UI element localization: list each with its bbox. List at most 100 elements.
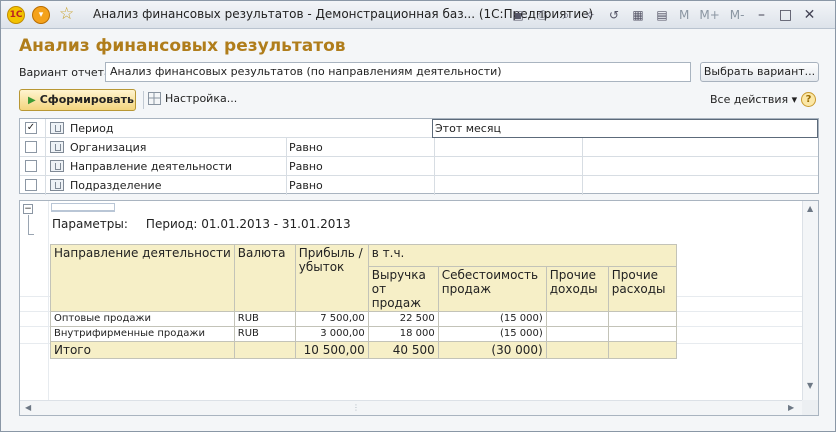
- cell-revenue[interactable]: 18 000: [367, 326, 439, 342]
- calculator-icon[interactable]: ▦: [629, 6, 647, 24]
- cell-direction[interactable]: Внутрифирменные продажи: [50, 326, 235, 342]
- filter-row[interactable]: Подразделение Равно: [20, 176, 818, 195]
- header-revenue: Выручка от продаж: [367, 266, 439, 312]
- header-cost: Себестоимость продаж: [437, 266, 547, 312]
- vertical-scrollbar[interactable]: ▲ ▼: [802, 201, 818, 401]
- report-spreadsheet[interactable]: − Параметры: Период: 01.01.2013 - 31.01.2…: [19, 200, 819, 416]
- filter-row[interactable]: Организация Равно: [20, 138, 818, 157]
- filter-value[interactable]: [434, 176, 582, 195]
- filter-field-icon: [50, 160, 64, 172]
- checkbox-cell: ✓: [20, 119, 46, 138]
- filter-checkbox[interactable]: [25, 160, 37, 172]
- generate-button[interactable]: ▶ Сформировать: [19, 89, 136, 111]
- filter-name: Направление деятельности: [70, 160, 233, 173]
- filter-checkbox[interactable]: [25, 141, 37, 153]
- help-icon[interactable]: ?: [801, 92, 816, 107]
- app-window: 1С ▾ ☆ Анализ финансовых результатов - Д…: [0, 0, 836, 432]
- params-value: Период: 01.01.2013 - 31.01.2013: [145, 217, 351, 231]
- calendar-icon[interactable]: ▤: [653, 6, 671, 24]
- total-profit[interactable]: 10 500,00: [294, 341, 369, 359]
- checkbox-cell: [20, 138, 46, 157]
- filter-empty-cell: [582, 176, 818, 195]
- collapse-group-button[interactable]: −: [23, 204, 33, 214]
- close-button[interactable]: ✕: [800, 6, 818, 24]
- all-actions-label: Все действия: [710, 93, 789, 106]
- memory-plus-button[interactable]: M+: [697, 6, 721, 24]
- settings-label: Настройка...: [165, 92, 238, 105]
- filter-comparison[interactable]: Равно: [286, 176, 434, 195]
- cell-other-income[interactable]: [545, 326, 609, 342]
- scrollbar-corner: [802, 400, 818, 415]
- scroll-thumb-grip[interactable]: ⋮: [352, 403, 360, 412]
- total-revenue[interactable]: 40 500: [367, 341, 439, 359]
- scroll-up-icon[interactable]: ▲: [807, 204, 813, 213]
- logo-1c-icon[interactable]: 1С: [7, 6, 25, 24]
- total-other-expenses[interactable]: [607, 341, 677, 359]
- filter-name: Подразделение: [70, 179, 162, 192]
- toolbar-separator: [143, 91, 144, 109]
- filter-comparison[interactable]: Равно: [286, 157, 434, 176]
- checkbox-cell: [20, 157, 46, 176]
- title-toolbar: ▣ ⎙ ⌕ ✧ ↺ ▦ ▤ M M+ M- – □ ✕: [509, 5, 818, 25]
- filter-name: Период: [70, 122, 114, 135]
- filter-value[interactable]: [434, 138, 582, 157]
- filter-empty-cell: [582, 157, 818, 176]
- settings-button[interactable]: Настройка...: [148, 92, 237, 105]
- filter-name: Организация: [70, 141, 147, 154]
- group-line-end: [28, 234, 34, 235]
- save-icon[interactable]: ▣: [509, 6, 527, 24]
- filter-row[interactable]: ✓ Период Этот месяц: [20, 119, 818, 138]
- cell-profit[interactable]: 3 000,00: [294, 326, 369, 342]
- main-menu-icon[interactable]: ▾: [32, 6, 50, 24]
- scroll-down-icon[interactable]: ▼: [807, 381, 813, 390]
- total-row[interactable]: Итого 10 500,00 40 500 (30 000): [50, 341, 677, 359]
- settings-icon: [148, 92, 161, 105]
- preview-icon[interactable]: ⌕: [557, 6, 575, 24]
- filter-field-icon: [50, 179, 64, 191]
- all-actions-menu[interactable]: Все действия ▾: [710, 93, 797, 106]
- total-other-income[interactable]: [545, 341, 609, 359]
- table-row[interactable]: Оптовые продажи RUB 7 500,00 22 500 (15 …: [50, 311, 677, 327]
- filter-comparison[interactable]: Равно: [286, 138, 434, 157]
- filter-field-icon: [50, 141, 64, 153]
- minimize-button[interactable]: –: [752, 6, 770, 24]
- filter-settings-table: ✓ Период Этот месяц Организация Равно На…: [19, 118, 819, 195]
- selected-cell[interactable]: [51, 203, 115, 212]
- cell-other-expenses[interactable]: [607, 326, 677, 342]
- filter-checkbox[interactable]: [25, 179, 37, 191]
- cell-profit[interactable]: 7 500,00: [294, 311, 369, 327]
- history-icon[interactable]: ↺: [605, 6, 623, 24]
- table-header-row: Направление деятельности Валюта Прибыль …: [50, 244, 677, 312]
- cell-cost[interactable]: (15 000): [437, 311, 547, 327]
- header-other-income: Прочие доходы: [545, 266, 609, 312]
- table-row[interactable]: Внутрифирменные продажи RUB 3 000,00 18 …: [50, 326, 677, 342]
- cell-revenue[interactable]: 22 500: [367, 311, 439, 327]
- print-icon[interactable]: ⎙: [533, 6, 551, 24]
- memory-minus-button[interactable]: M-: [728, 6, 747, 24]
- favorite-star-icon[interactable]: ☆: [59, 4, 74, 24]
- page-title: Анализ финансовых результатов: [19, 36, 346, 56]
- scroll-right-icon[interactable]: ▶: [788, 403, 794, 412]
- maximize-button[interactable]: □: [776, 6, 794, 24]
- filter-value-field[interactable]: Этот месяц: [432, 119, 818, 138]
- total-label[interactable]: Итого: [50, 341, 235, 359]
- cell-cost[interactable]: (15 000): [437, 326, 547, 342]
- cell-currency[interactable]: RUB: [233, 326, 296, 342]
- total-currency[interactable]: [233, 341, 296, 359]
- variant-field[interactable]: Анализ финансовых результатов (по направ…: [105, 62, 691, 82]
- cell-other-income[interactable]: [545, 311, 609, 327]
- filter-checkbox[interactable]: ✓: [25, 122, 37, 134]
- add-favorite-icon[interactable]: ✧: [581, 6, 599, 24]
- memory-m-button[interactable]: M: [677, 6, 691, 24]
- cell-currency[interactable]: RUB: [233, 311, 296, 327]
- filter-empty-cell: [582, 138, 818, 157]
- choose-variant-button[interactable]: Выбрать вариант...: [700, 62, 819, 82]
- scroll-left-icon[interactable]: ◀: [25, 403, 31, 412]
- variant-label: Вариант отчета:: [19, 66, 115, 79]
- total-cost[interactable]: (30 000): [437, 341, 547, 359]
- horizontal-scrollbar[interactable]: ◀ ⋮ ▶: [20, 400, 802, 415]
- cell-other-expenses[interactable]: [607, 311, 677, 327]
- filter-row[interactable]: Направление деятельности Равно: [20, 157, 818, 176]
- filter-value[interactable]: [434, 157, 582, 176]
- cell-direction[interactable]: Оптовые продажи: [50, 311, 235, 327]
